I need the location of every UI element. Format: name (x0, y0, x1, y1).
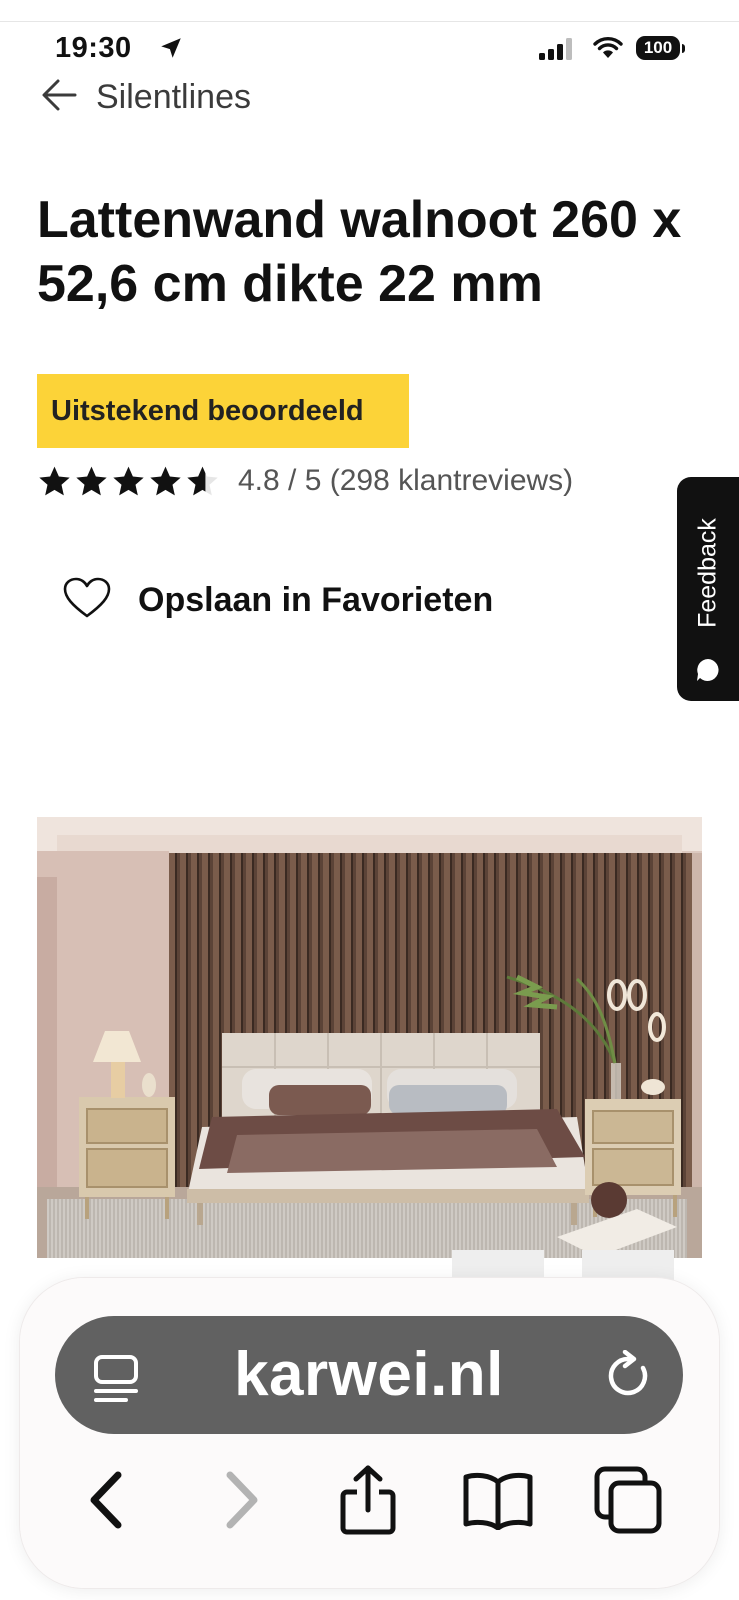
wifi-icon (592, 36, 624, 65)
save-favorite-button[interactable]: Opslaan in Favorieten (62, 574, 493, 626)
browser-toolbar (0, 1458, 739, 1542)
share-icon[interactable] (326, 1458, 410, 1542)
rating-row[interactable]: 4.8 / 5 (298 klantreviews) (37, 460, 573, 502)
address-bar[interactable]: karwei.nl (55, 1316, 683, 1434)
battery-tip (682, 44, 685, 53)
back-link[interactable]: Silentlines (40, 76, 251, 118)
star-rating (37, 464, 220, 499)
product-image[interactable] (37, 817, 702, 1258)
bookmarks-icon[interactable] (456, 1458, 540, 1542)
rating-text: 4.8 / 5 (298 klantreviews) (238, 464, 574, 497)
reload-icon[interactable] (605, 1349, 653, 1405)
star-icon (150, 466, 181, 495)
arrow-left-icon (40, 78, 78, 117)
star-icon (39, 466, 70, 495)
battery-level: 100 (636, 36, 680, 60)
status-time: 19:30 (55, 32, 132, 64)
rating-badge: Uitstekend beoordeeld (37, 374, 409, 448)
feedback-label: Feedback (693, 518, 722, 628)
back-label: Silentlines (96, 77, 251, 116)
save-favorite-label: Opslaan in Favorieten (138, 580, 494, 619)
status-bar: 19:30 100 (0, 28, 739, 72)
back-chevron-icon[interactable] (64, 1458, 148, 1542)
top-divider (0, 21, 739, 22)
cellular-signal-icon (539, 38, 579, 65)
bedroom-illustration (37, 817, 702, 1258)
battery-icon: 100 (636, 36, 686, 62)
feedback-tab[interactable]: Feedback (677, 477, 739, 701)
forward-chevron-icon[interactable] (200, 1458, 284, 1542)
url-text: karwei.nl (234, 1340, 504, 1409)
heart-outline-icon (62, 576, 112, 625)
star-partial-icon (187, 466, 218, 495)
product-title: Lattenwand walnoot 260 x 52,6 cm dikte 2… (37, 191, 682, 313)
star-icon (113, 466, 144, 495)
location-arrow-icon (158, 35, 184, 66)
tabs-icon[interactable] (586, 1458, 670, 1542)
chat-bubble-icon (695, 657, 721, 688)
image-thumbnails[interactable] (452, 1250, 702, 1280)
star-icon (76, 466, 107, 495)
